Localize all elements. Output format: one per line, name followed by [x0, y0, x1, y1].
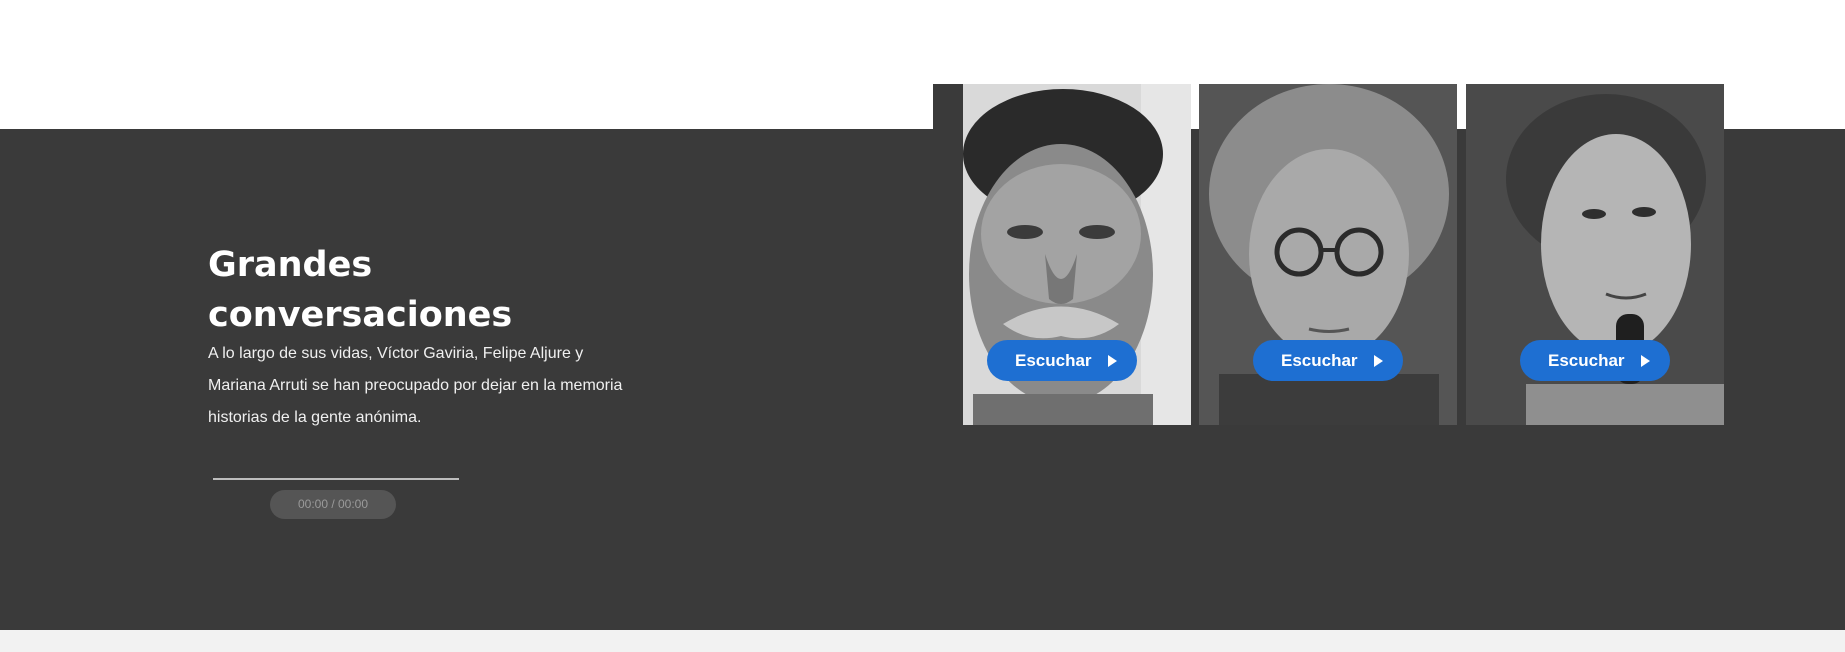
section-title: Grandes conversaciones [208, 240, 568, 340]
play-icon [1108, 355, 1117, 367]
audio-time-display: 00:00 / 00:00 [270, 490, 396, 519]
listen-button-label: Escuchar [1015, 350, 1092, 370]
audio-progress-bar[interactable] [213, 478, 459, 480]
section-description: A lo largo de sus vidas, Víctor Gaviria,… [208, 345, 623, 426]
speaker-card-1: Escuchar [933, 84, 1191, 425]
speaker-card-2: Escuchar [1199, 84, 1457, 425]
listen-button-label: Escuchar [1281, 350, 1358, 370]
listen-button-label: Escuchar [1548, 350, 1625, 370]
footer-strip [0, 630, 1845, 652]
play-icon [1374, 355, 1383, 367]
listen-button-1[interactable]: Escuchar [987, 340, 1137, 381]
listen-button-2[interactable]: Escuchar [1253, 340, 1403, 381]
speaker-card-3: Escuchar [1466, 84, 1724, 425]
section-title-line-2: conversaciones [208, 295, 513, 335]
listen-button-3[interactable]: Escuchar [1520, 340, 1670, 381]
play-icon [1641, 355, 1650, 367]
section-title-line-1: Grandes [208, 245, 373, 285]
